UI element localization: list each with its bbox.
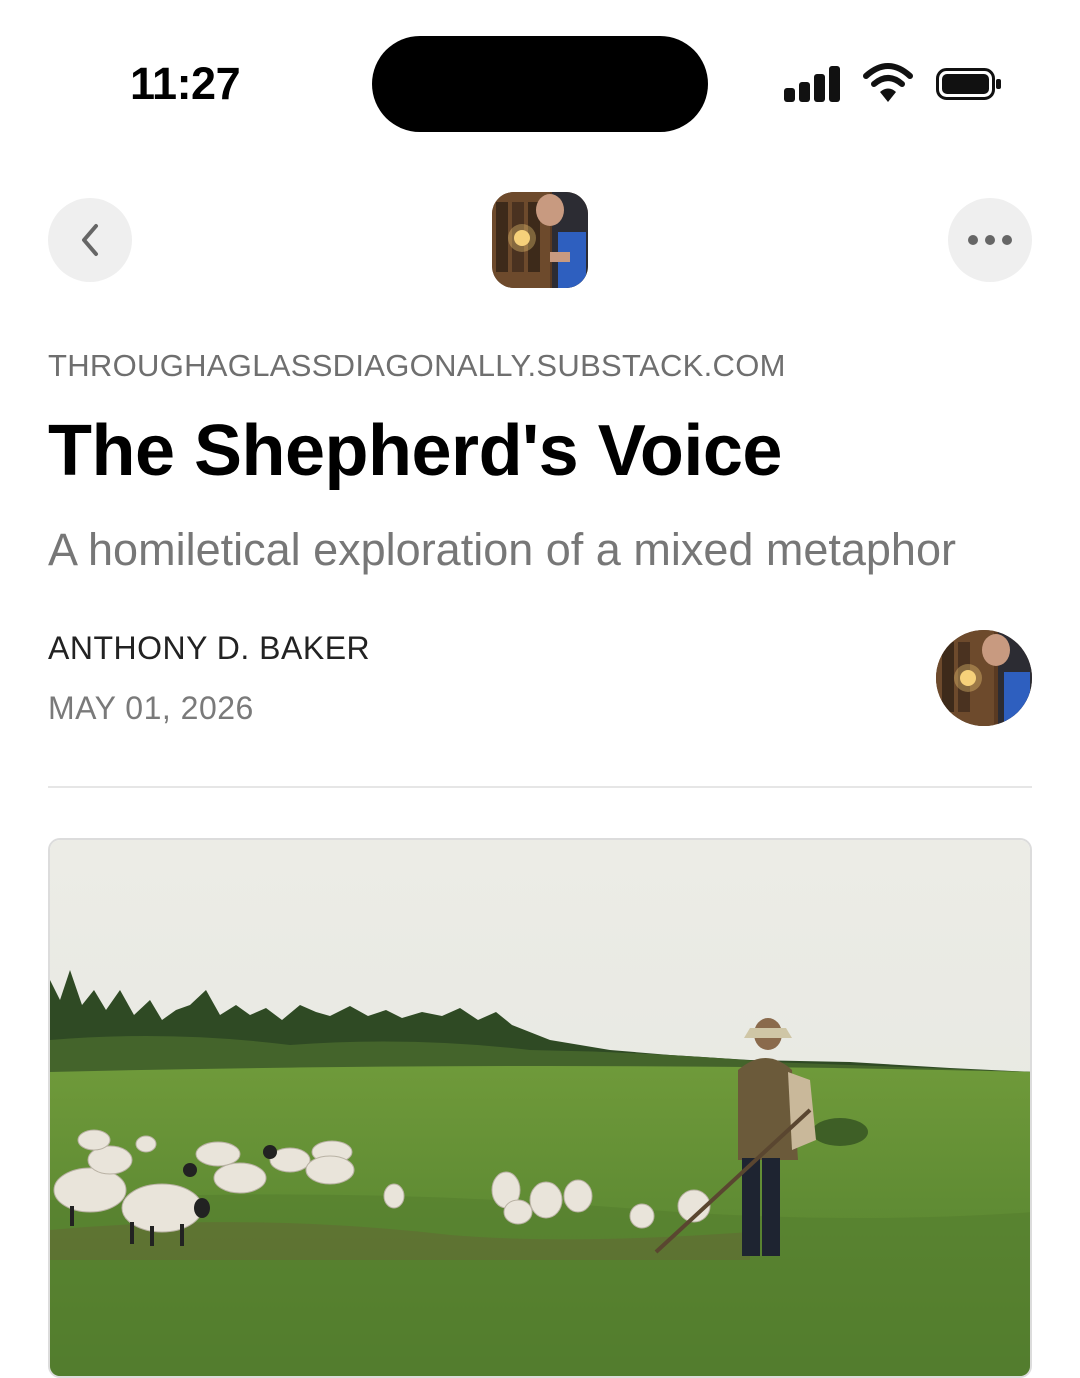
publication-logo-image (492, 192, 588, 288)
back-button[interactable] (48, 198, 132, 282)
publish-date: MAY 01, 2026 (48, 690, 254, 726)
hero-image[interactable] (48, 838, 1032, 1378)
author-avatar[interactable] (936, 630, 1032, 726)
chevron-left-icon (82, 224, 98, 256)
battery-icon (936, 68, 1001, 100)
status-time: 11:27 (130, 58, 241, 109)
header-divider (48, 786, 1032, 788)
publication-logo[interactable] (492, 192, 588, 288)
more-button[interactable] (948, 198, 1032, 282)
wifi-icon (863, 63, 913, 102)
shepherd-with-sheep-image (50, 840, 1030, 1376)
author-name[interactable]: ANTHONY D. BAKER (48, 630, 370, 667)
dynamic-island (372, 36, 708, 132)
article-title: The Shepherd's Voice (48, 411, 782, 491)
more-horizontal-icon (968, 235, 1012, 245)
article-subtitle: A homiletical exploration of a mixed met… (48, 524, 956, 575)
signal-icon (784, 66, 842, 102)
publication-domain[interactable]: THROUGHAGLASSDIAGONALLY.SUBSTACK.COM (48, 348, 786, 384)
author-avatar-image (936, 630, 1032, 726)
